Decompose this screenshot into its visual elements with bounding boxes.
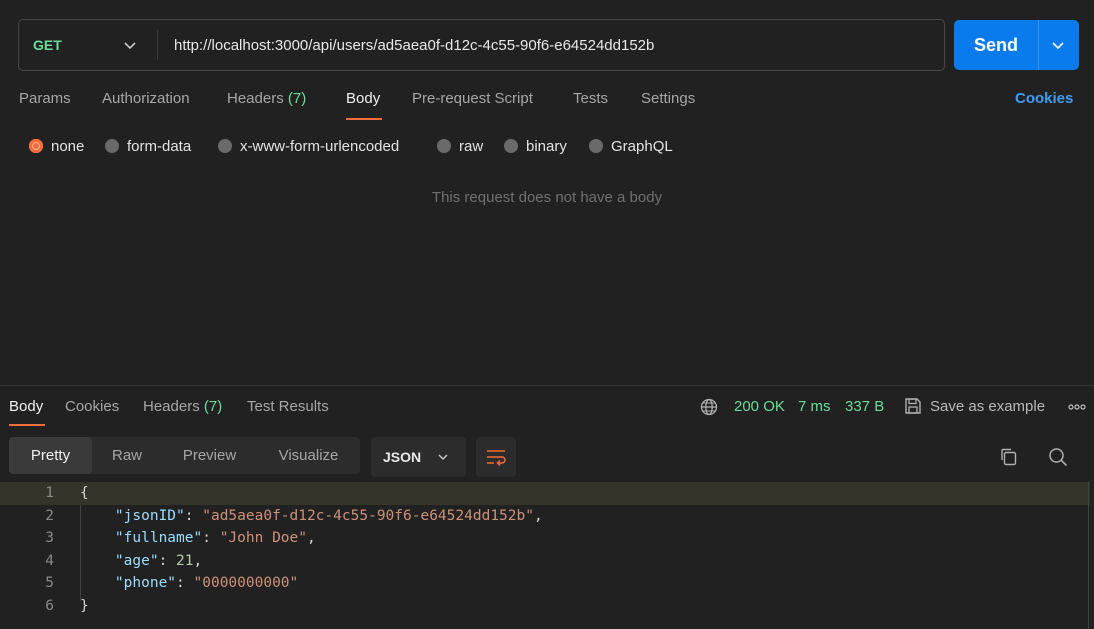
save-as-example-button[interactable]: Save as example [904,397,1045,415]
tab-settings[interactable]: Settings [641,90,695,110]
code-line: 1 { [0,482,1090,505]
code-line: 2 "jsonID": "ad5aea0f-d12c-4c55-90f6-e64… [0,505,1090,528]
radio-graphql[interactable]: GraphQL [589,137,673,155]
response-tab-headers[interactable]: Headers (7) [143,398,222,415]
radio-label: binary [526,137,567,155]
view-preview-button[interactable]: Preview [162,437,257,474]
wrap-lines-icon [487,450,506,466]
send-button[interactable]: Send [954,20,1079,70]
tab-tests[interactable]: Tests [573,90,608,110]
response-tab-headers-count: (7) [203,398,223,415]
line-number: 6 [45,597,54,614]
radio-none[interactable]: none [29,137,84,155]
status-code[interactable]: 200 OK [734,398,785,415]
chevron-down-icon[interactable] [1051,38,1065,52]
radio-indicator [218,139,232,153]
view-raw-button[interactable]: Raw [92,437,162,474]
code-line: 6 } [0,595,1090,618]
tab-headers-count: (7) [287,90,307,107]
method-select[interactable]: GET [19,20,159,70]
response-tab-headers-label: Headers [143,398,200,415]
response-time[interactable]: 7 ms [798,398,831,415]
code-line: 5 "phone": "0000000000" [0,572,1090,595]
active-response-tab-indicator [9,424,45,426]
radio-label: none [51,137,85,155]
code-text: { [80,485,89,502]
tab-authorization[interactable]: Authorization [102,90,190,110]
radio-form-data[interactable]: form-data [105,137,191,155]
code-line: 3 "fullname": "John Doe", [0,527,1090,550]
pane-splitter[interactable] [0,385,1094,386]
tab-headers[interactable]: Headers (7) [227,90,306,110]
url-divider [157,30,158,60]
empty-body-message: This request does not have a body [431,189,663,206]
line-number: 3 [45,530,54,547]
code-text: "jsonID": "ad5aea0f-d12c-4c55-90f6-e6452… [114,507,543,524]
tab-pre-request-script[interactable]: Pre-request Script [412,90,533,110]
radio-indicator [437,139,451,153]
response-body-editor[interactable]: 1 { 2 "jsonID": "ad5aea0f-d12c-4c55-90f6… [0,482,1094,629]
radio-indicator [105,139,119,153]
response-tab-cookies[interactable]: Cookies [65,398,119,415]
view-visualize-button[interactable]: Visualize [257,437,360,474]
radio-label: form-data [127,137,192,155]
format-select[interactable]: JSON [371,437,466,477]
view-pretty-button[interactable]: Pretty [9,437,92,474]
code-text: "age": 21, [114,552,203,569]
send-label[interactable]: Send [954,20,1038,70]
globe-icon[interactable] [700,398,718,416]
radio-x-www-form-urlencoded[interactable]: x-www-form-urlencoded [218,137,399,155]
radio-raw[interactable]: raw [437,137,483,155]
tab-headers-label: Headers [227,90,284,107]
response-tab-body[interactable]: Body [9,398,43,415]
tab-params[interactable]: Params [19,90,71,110]
radio-binary[interactable]: binary [504,137,567,155]
code-text: "fullname": "John Doe", [114,530,316,547]
method-label: GET [33,37,62,53]
radio-label: GraphQL [611,137,673,155]
code-text: "phone": "0000000000" [114,575,299,592]
search-icon[interactable] [1048,447,1068,467]
save-icon [905,398,921,414]
code-text: } [80,597,89,614]
radio-selected-indicator [29,139,43,153]
tab-body[interactable]: Body [346,90,380,110]
send-divider [1038,20,1039,70]
editor-scrollbar-track[interactable] [1088,482,1089,629]
url-input[interactable]: http://localhost:3000/api/users/ad5aea0f… [174,20,934,70]
radio-label: raw [459,137,484,155]
indent-guide [80,505,81,601]
line-number: 2 [45,507,54,524]
chevron-down-icon [124,42,136,50]
line-number: 1 [45,485,54,502]
radio-indicator [504,139,518,153]
url-bar: GET http://localhost:3000/api/users/ad5a… [18,19,945,71]
line-number: 5 [45,575,54,592]
wrap-lines-button[interactable] [476,437,516,477]
code-line: 4 "age": 21, [0,550,1090,573]
chevron-down-icon [438,454,448,461]
view-mode-group: Pretty Raw Preview Visualize [9,437,360,474]
cookies-link[interactable]: Cookies [1015,90,1073,107]
more-options-icon[interactable] [1068,403,1086,411]
radio-label: x-www-form-urlencoded [240,137,400,155]
line-number: 4 [45,552,54,569]
copy-icon[interactable] [999,447,1019,467]
radio-indicator [589,139,603,153]
active-tab-indicator [346,118,382,120]
save-as-example-label: Save as example [930,397,1046,415]
response-tab-test-results[interactable]: Test Results [247,398,329,415]
format-label: JSON [383,449,422,465]
response-size[interactable]: 337 B [845,398,884,415]
